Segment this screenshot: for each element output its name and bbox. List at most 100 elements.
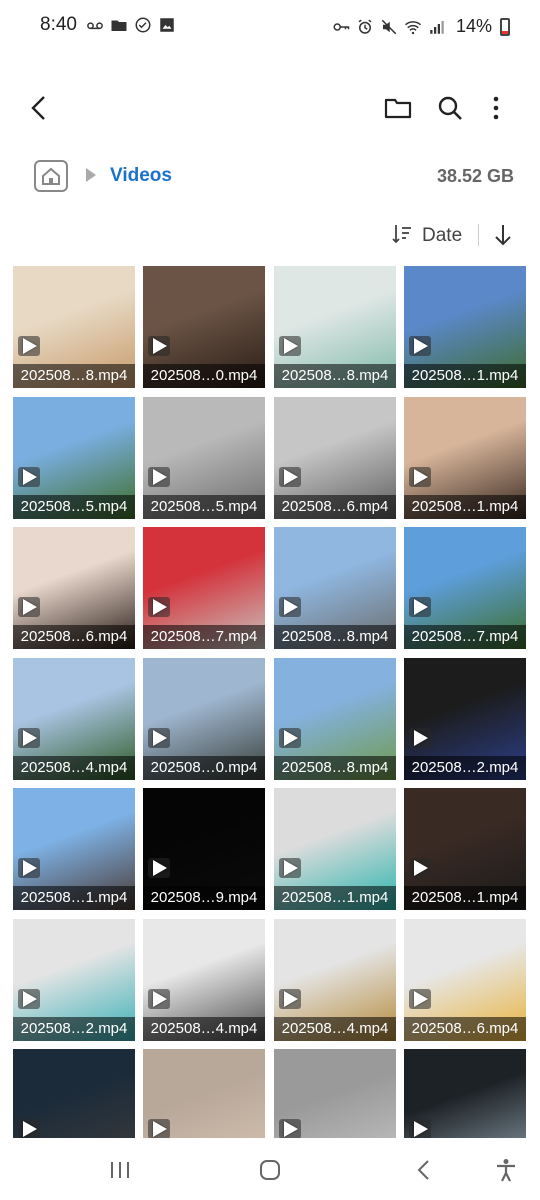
video-tile[interactable]: 202508…6.mp4 <box>404 919 526 1041</box>
more-options-button[interactable] <box>478 90 514 126</box>
video-filename: 202508…8.mp4 <box>274 625 396 649</box>
play-icon <box>153 1121 167 1137</box>
video-tile[interactable]: 202508…7.mp4 <box>143 527 265 649</box>
play-icon <box>153 338 167 354</box>
video-filename: 202508…7.mp4 <box>404 625 526 649</box>
video-filename: 202508…8.mp4 <box>13 364 135 388</box>
status-left-icons <box>86 16 176 34</box>
video-tile[interactable] <box>274 1049 396 1138</box>
recents-button[interactable] <box>100 1154 140 1186</box>
play-icon <box>284 860 298 876</box>
arrow-down-icon[interactable] <box>490 222 516 248</box>
play-icon <box>284 991 298 1007</box>
home-nav-button[interactable] <box>250 1154 290 1186</box>
video-tile[interactable]: 202508…8.mp4 <box>274 527 396 649</box>
video-filename: 202508…0.mp4 <box>143 756 265 780</box>
recents-icon <box>111 1162 129 1178</box>
check-circle-icon <box>135 17 151 33</box>
wifi-icon <box>405 20 421 34</box>
battery-percentage: 14% <box>456 16 493 36</box>
folder-icon <box>111 20 127 31</box>
video-filename: 202508…1.mp4 <box>404 364 526 388</box>
video-tile[interactable]: 202508…1.mp4 <box>274 788 396 910</box>
video-filename: 202508…9.mp4 <box>143 886 265 910</box>
video-tile[interactable]: 202508…6.mp4 <box>274 397 396 519</box>
back-button[interactable] <box>22 90 58 126</box>
video-tile[interactable]: 202508…4.mp4 <box>13 658 135 780</box>
voicemail-icon <box>87 22 103 30</box>
video-tile[interactable]: 202508…0.mp4 <box>143 658 265 780</box>
more-vert-icon <box>493 96 499 120</box>
video-tile[interactable] <box>404 1049 526 1138</box>
video-filename: 202508…1.mp4 <box>404 886 526 910</box>
sort-divider <box>478 224 479 246</box>
video-filename: 202508…8.mp4 <box>274 756 396 780</box>
accessibility-button[interactable] <box>486 1154 526 1186</box>
play-icon <box>414 1121 428 1137</box>
video-tile[interactable]: 202508…5.mp4 <box>13 397 135 519</box>
play-icon <box>23 991 37 1007</box>
play-icon <box>153 730 167 746</box>
back-nav-button[interactable] <box>404 1154 444 1186</box>
play-icon <box>414 730 428 746</box>
video-filename: 202508…4.mp4 <box>143 1017 265 1041</box>
video-filename: 202508…6.mp4 <box>404 1017 526 1041</box>
video-tile[interactable]: 202508…6.mp4 <box>13 527 135 649</box>
video-tile[interactable]: 202508…5.mp4 <box>143 397 265 519</box>
video-tile[interactable]: 202508…1.mp4 <box>404 266 526 388</box>
alarm-icon <box>358 19 372 34</box>
video-tile[interactable]: 202508…2.mp4 <box>404 658 526 780</box>
play-icon <box>153 469 167 485</box>
sort-icon[interactable] <box>390 222 414 246</box>
video-tile[interactable]: 202508…8.mp4 <box>274 658 396 780</box>
video-tile[interactable]: 202508…2.mp4 <box>13 919 135 1041</box>
status-time: 8:40 <box>40 14 77 35</box>
app-bar <box>0 80 540 136</box>
video-filename: 202508…6.mp4 <box>274 495 396 519</box>
video-filename: 202508…0.mp4 <box>143 364 265 388</box>
play-icon <box>23 338 37 354</box>
home-icon <box>260 1160 280 1180</box>
play-icon <box>284 338 298 354</box>
search-button[interactable] <box>432 90 468 126</box>
video-tile[interactable]: 202508…9.mp4 <box>143 788 265 910</box>
sort-label[interactable]: Date <box>422 225 462 247</box>
storage-size: 38.52 GB <box>436 166 514 186</box>
video-tile[interactable]: 202508…4.mp4 <box>274 919 396 1041</box>
video-filename: 202508…6.mp4 <box>13 625 135 649</box>
video-tile[interactable] <box>143 1049 265 1138</box>
breadcrumb: Videos 38.52 GB <box>0 156 540 198</box>
video-tile[interactable] <box>13 1049 135 1138</box>
play-icon <box>414 599 428 615</box>
video-filename: 202508…2.mp4 <box>13 1017 135 1041</box>
video-tile[interactable]: 202508…8.mp4 <box>13 266 135 388</box>
video-filename: 202508…7.mp4 <box>143 625 265 649</box>
play-icon <box>414 991 428 1007</box>
video-tile[interactable]: 202508…7.mp4 <box>404 527 526 649</box>
image-icon <box>160 18 174 32</box>
video-tile[interactable]: 202508…0.mp4 <box>143 266 265 388</box>
folder-view-button[interactable] <box>380 90 416 126</box>
status-bar: 8:40 14% <box>0 0 540 56</box>
video-tile[interactable]: 202508…1.mp4 <box>13 788 135 910</box>
play-icon <box>414 469 428 485</box>
play-icon <box>23 860 37 876</box>
video-tile[interactable]: 202508…1.mp4 <box>404 397 526 519</box>
play-icon <box>284 469 298 485</box>
video-tile[interactable]: 202508…8.mp4 <box>274 266 396 388</box>
video-filename: 202508…4.mp4 <box>274 1017 396 1041</box>
home-button[interactable] <box>34 160 68 192</box>
video-filename: 202508…8.mp4 <box>274 364 396 388</box>
play-icon <box>284 599 298 615</box>
status-right-icons: 14% <box>332 16 511 37</box>
video-filename: 202508…1.mp4 <box>404 495 526 519</box>
video-tile[interactable]: 202508…1.mp4 <box>404 788 526 910</box>
key-icon <box>333 22 350 31</box>
video-tile[interactable]: 202508…4.mp4 <box>143 919 265 1041</box>
play-icon <box>414 860 428 876</box>
play-icon <box>23 599 37 615</box>
breadcrumb-current[interactable]: Videos <box>110 165 172 187</box>
folder-icon <box>384 98 412 119</box>
play-icon <box>153 599 167 615</box>
house-icon <box>42 167 60 185</box>
